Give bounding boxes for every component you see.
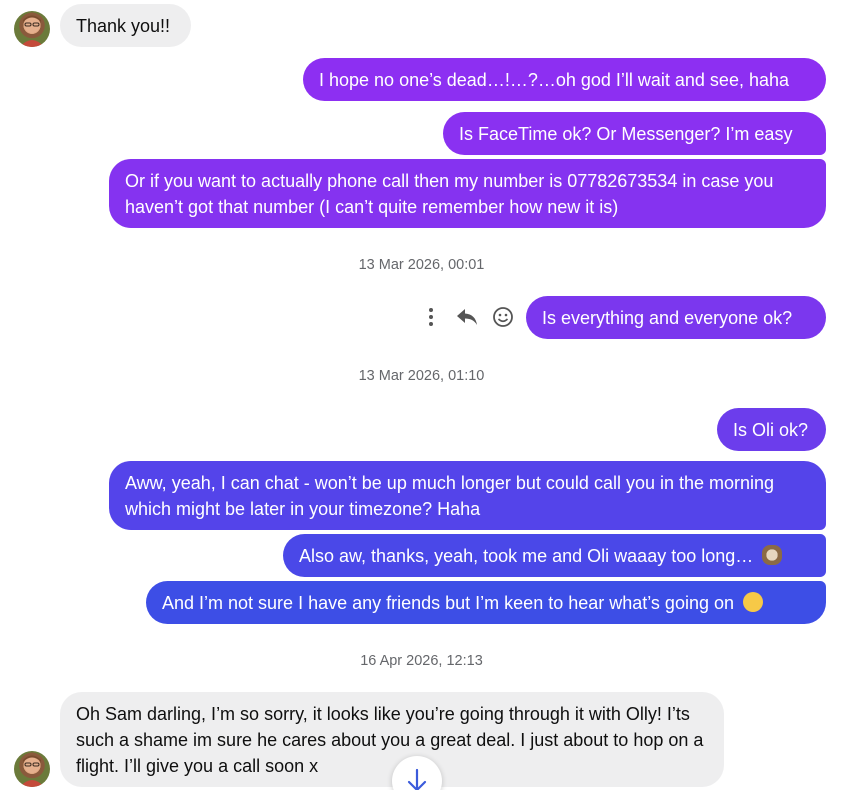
message-outgoing[interactable]: Also aw, thanks, yeah, took me and Oli w…: [283, 534, 826, 577]
message-outgoing[interactable]: Is Oli ok?: [717, 408, 826, 451]
timestamp: 13 Mar 2026, 00:01: [358, 257, 485, 273]
message-hover-actions: [420, 306, 514, 328]
timestamp: 13 Mar 2026, 01:10: [358, 368, 485, 384]
message-text: Is Oli ok?: [733, 420, 809, 440]
message-outgoing[interactable]: And I’m not sure I have any friends but …: [146, 581, 826, 624]
message-text: And I’m not sure I have any friends but …: [162, 593, 735, 613]
react-icon[interactable]: [492, 306, 514, 328]
message-incoming[interactable]: Thank you!!: [60, 4, 191, 47]
message-text: Thank you!!: [76, 16, 171, 36]
reply-icon[interactable]: [456, 306, 478, 328]
message-outgoing[interactable]: Is everything and everyone ok?: [526, 296, 826, 339]
message-text: Is FaceTime ok? Or Messenger? I’m easy: [459, 124, 793, 144]
timestamp: 16 Apr 2026, 12:13: [360, 653, 483, 669]
sloth-emoji-icon: [762, 545, 783, 565]
message-outgoing[interactable]: Is FaceTime ok? Or Messenger? I’m easy: [443, 112, 826, 155]
message-text: I hope no one’s dead…!…?…oh god I’ll wai…: [319, 70, 789, 90]
avatar[interactable]: [14, 751, 50, 787]
grinning-sweat-emoji-icon: [743, 592, 764, 612]
more-icon[interactable]: [420, 306, 442, 328]
message-text: Oh Sam darling, I’m so sorry, it looks l…: [76, 704, 704, 776]
message-outgoing[interactable]: I hope no one’s dead…!…?…oh god I’ll wai…: [303, 58, 826, 101]
message-text: Is everything and everyone ok?: [542, 308, 793, 328]
message-text: Aww, yeah, I can chat - won’t be up much…: [125, 473, 775, 519]
message-text: Also aw, thanks, yeah, took me and Oli w…: [299, 546, 754, 566]
avatar[interactable]: [14, 11, 50, 47]
message-incoming[interactable]: Oh Sam darling, I’m so sorry, it looks l…: [60, 692, 724, 787]
message-text: Or if you want to actually phone call th…: [125, 171, 774, 217]
message-outgoing[interactable]: Or if you want to actually phone call th…: [109, 159, 826, 228]
message-outgoing[interactable]: Aww, yeah, I can chat - won’t be up much…: [109, 461, 826, 530]
arrow-down-icon: [406, 768, 428, 790]
